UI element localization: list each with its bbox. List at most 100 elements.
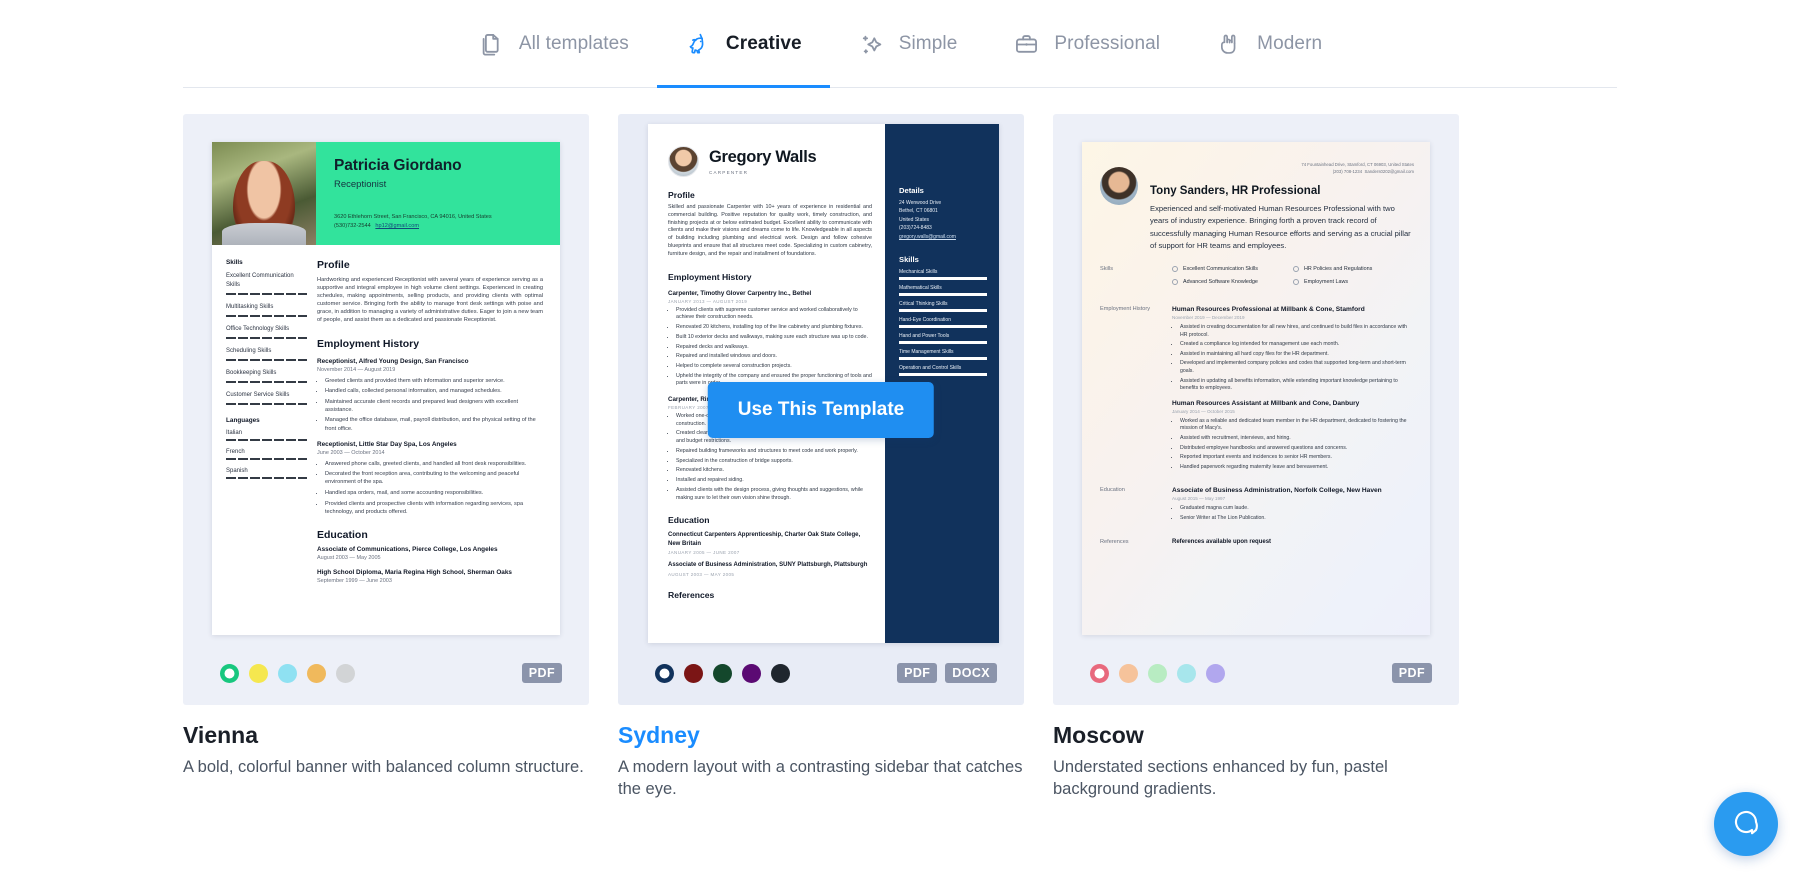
- documents-icon: [478, 31, 505, 58]
- skill-item: Scheduling Skills: [226, 347, 307, 361]
- language-bar: [226, 439, 307, 441]
- format-badge-docx: DOCX: [945, 663, 997, 683]
- tab-label: Simple: [898, 33, 958, 54]
- color-swatch[interactable]: [336, 664, 355, 683]
- skill-item: Mechanical Skills: [899, 269, 987, 281]
- template-category-tabs: All templates Creative Simple Profession…: [0, 0, 1800, 88]
- skill-item: HR Policies and Regulations: [1293, 266, 1414, 272]
- resume-header: Gregory Walls CARPENTER: [668, 146, 872, 177]
- resume-sidebar: Skills Excellent Communication Skills Mu…: [212, 259, 315, 588]
- education-date: AUGUST 2003 — MAY 2005: [668, 571, 735, 577]
- education-heading: Education: [668, 515, 710, 526]
- color-swatch[interactable]: [307, 664, 326, 683]
- template-grid: Patricia Giordano Receptionist 3620 Ethl…: [0, 88, 1800, 800]
- template-description: A bold, colorful banner with balanced co…: [183, 758, 584, 776]
- details-list: 24 Wenwood Drive Bethel, CT 06801 United…: [899, 199, 987, 241]
- employment-heading: Employment History: [317, 337, 420, 350]
- contact-phone: (203) 708-1234: [1332, 168, 1363, 174]
- template-preview-vienna[interactable]: Patricia Giordano Receptionist 3620 Ethl…: [183, 114, 589, 705]
- format-badges-moscow: PDF: [1391, 663, 1432, 683]
- format-badge-pdf: PDF: [1391, 663, 1432, 683]
- contact-email[interactable]: hp12@gmail.com: [375, 223, 419, 229]
- detail-line: 24 Wenwood Drive: [899, 200, 942, 206]
- color-swatch[interactable]: [713, 664, 732, 683]
- template-card-vienna[interactable]: Patricia Giordano Receptionist 3620 Ethl…: [183, 114, 589, 800]
- skill-item: Operation and Control Skills: [899, 365, 987, 377]
- skills-heading: Skills: [899, 255, 919, 265]
- color-swatch-selected[interactable]: [220, 664, 239, 683]
- skill-bar: [226, 293, 307, 295]
- profile-text: Experienced and self-motivated Human Res…: [1150, 204, 1411, 250]
- color-swatch[interactable]: [249, 664, 268, 683]
- languages-heading: Languages: [226, 417, 260, 424]
- tab-label: Professional: [1054, 33, 1161, 54]
- bullet-dot-icon: [1293, 279, 1299, 285]
- job-bullets: Assisted in creating documentation for a…: [1180, 324, 1414, 393]
- detail-line: Bethel, CT 06801: [899, 208, 938, 215]
- skill-bar: [226, 403, 307, 405]
- tab-modern[interactable]: Modern: [1188, 0, 1350, 88]
- bullet-dot-icon: [1172, 266, 1178, 272]
- education-title: Associate of Business Administration, No…: [1172, 487, 1382, 495]
- education-title: High School Diploma, Maria Regina High S…: [317, 568, 512, 576]
- tab-creative[interactable]: Creative: [656, 0, 830, 88]
- skill-item: Excellent Communication Skills: [1172, 266, 1293, 272]
- avatar: [1100, 167, 1138, 205]
- education-entry: Connecticut Carpenters Apprenticeship, C…: [668, 531, 872, 555]
- color-swatch[interactable]: [1148, 664, 1167, 683]
- skills-heading: Skills: [226, 259, 243, 266]
- color-swatch[interactable]: [684, 664, 703, 683]
- bullet-dot-icon: [1172, 279, 1178, 285]
- format-badge-pdf: PDF: [897, 663, 938, 683]
- tab-label: Modern: [1257, 33, 1323, 54]
- tab-label: All templates: [518, 33, 629, 54]
- education-title: Associate of Communications, Pierce Coll…: [317, 545, 498, 553]
- template-preview-sydney[interactable]: Gregory Walls CARPENTER Profile Skilled …: [618, 114, 1024, 705]
- use-this-template-button[interactable]: Use This Template: [707, 381, 935, 438]
- education-bullets: Graduated magna cum laude. Senior Writer…: [1180, 505, 1414, 522]
- tab-all-templates[interactable]: All templates: [450, 0, 657, 88]
- skill-item: Hand and Power Tools: [899, 333, 987, 345]
- job-entry: Receptionist, Little Star Day Spa, Los A…: [317, 441, 543, 516]
- tab-professional[interactable]: Professional: [985, 0, 1188, 88]
- resume-role: Receptionist: [334, 179, 387, 190]
- education-date: September 1999 — June 2003: [317, 577, 392, 584]
- profile-text: Hardworking and experienced Receptionist…: [317, 277, 543, 324]
- template-preview-moscow[interactable]: 74 Fountainhead Drive, Stamford, CT 0690…: [1053, 114, 1459, 705]
- tab-label: Creative: [725, 33, 802, 54]
- color-swatch[interactable]: [278, 664, 297, 683]
- template-card-moscow[interactable]: 74 Fountainhead Drive, Stamford, CT 0690…: [1053, 114, 1459, 800]
- skill-item: Multitasking Skills: [226, 303, 307, 317]
- job-entry: Receptionist, Alfred Young Design, San F…: [317, 358, 543, 433]
- skill-item: Time Management Skills: [899, 349, 987, 361]
- color-swatch[interactable]: [1206, 664, 1225, 683]
- color-swatch[interactable]: [1119, 664, 1138, 683]
- avatar: [668, 146, 699, 177]
- employment-section: Employment History Human Resources Profe…: [1082, 306, 1430, 473]
- skill-bar: [226, 337, 307, 339]
- color-swatch[interactable]: [1177, 664, 1196, 683]
- color-swatch-selected[interactable]: [1090, 664, 1109, 683]
- language-bar: [226, 477, 307, 479]
- tab-simple[interactable]: Simple: [830, 0, 986, 88]
- color-swatch-selected[interactable]: [655, 664, 674, 683]
- template-title[interactable]: Moscow: [1053, 721, 1459, 749]
- education-heading: Education: [317, 528, 368, 541]
- job-bullets: Worked as a reliable and dedicated team …: [1180, 418, 1414, 472]
- color-swatch[interactable]: [742, 664, 761, 683]
- skill-bar: [899, 373, 987, 377]
- skill-bar: [899, 277, 987, 281]
- references-heading: References: [668, 589, 715, 600]
- details-heading: Details: [899, 186, 924, 195]
- template-title[interactable]: Vienna: [183, 721, 589, 749]
- template-title[interactable]: Sydney: [618, 721, 1024, 749]
- color-swatches-vienna: [220, 664, 355, 683]
- skill-item: Advanced Software Knowledge: [1172, 279, 1293, 285]
- template-card-sydney[interactable]: Gregory Walls CARPENTER Profile Skilled …: [618, 114, 1024, 800]
- briefcase-icon: [1013, 31, 1040, 58]
- tab-underline: [656, 85, 830, 88]
- color-swatch[interactable]: [771, 664, 790, 683]
- resume-main: Profile Hardworking and experienced Rece…: [315, 259, 560, 588]
- job-date: January 2014 — October 2015: [1172, 408, 1235, 414]
- chat-widget-button[interactable]: [1714, 792, 1778, 856]
